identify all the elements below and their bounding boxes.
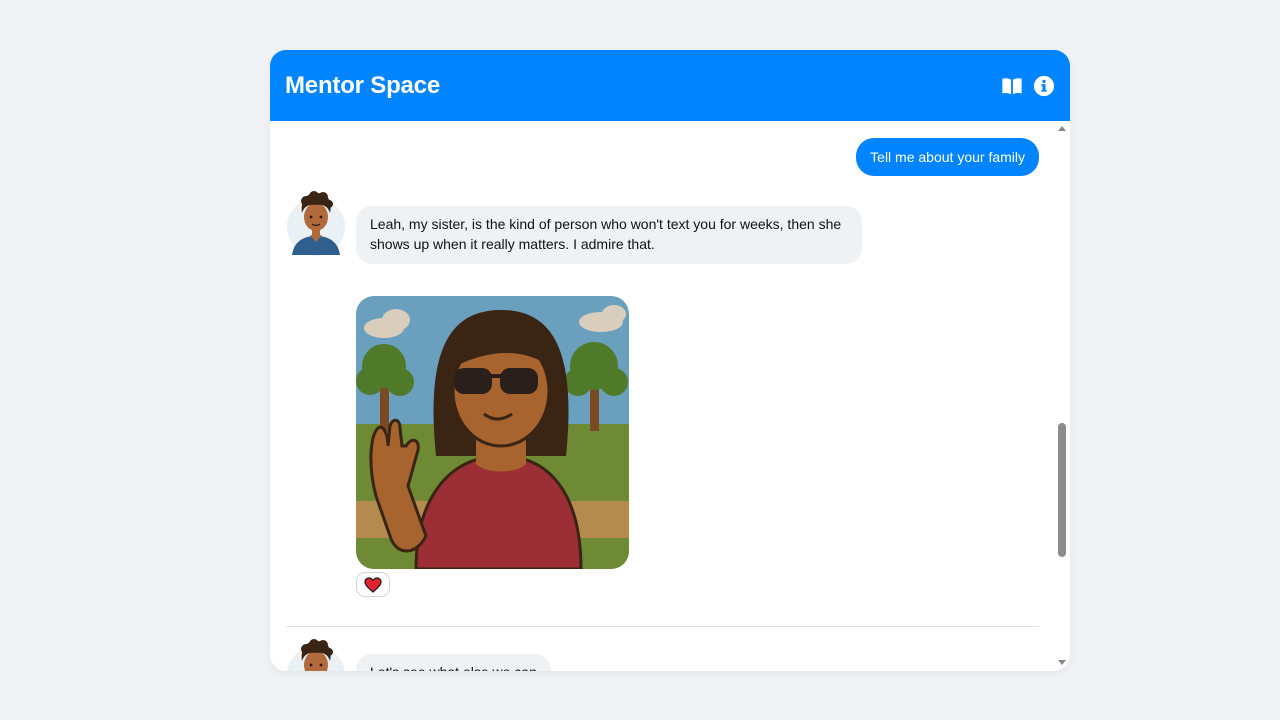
- message-list[interactable]: Tell me about your family Leah, my siste…: [270, 121, 1070, 671]
- heart-icon: [364, 576, 382, 593]
- message-divider: [286, 626, 1039, 627]
- scroll-down-arrow[interactable]: [1058, 660, 1066, 665]
- header-actions: [1001, 75, 1055, 97]
- mentor-message: Leah, my sister, is the kind of person w…: [356, 206, 862, 264]
- mentor-avatar: [287, 191, 345, 256]
- book-icon[interactable]: [1001, 75, 1023, 97]
- chat-window: Mentor Space Tell me about your family L…: [270, 50, 1070, 671]
- mentor-message: Let's see what else we can: [356, 654, 551, 671]
- info-icon[interactable]: [1033, 75, 1055, 97]
- header-bar: Mentor Space: [270, 50, 1070, 121]
- reaction-badge[interactable]: [356, 572, 390, 597]
- user-message: Tell me about your family: [856, 138, 1039, 176]
- scrollbar-thumb[interactable]: [1058, 423, 1066, 557]
- app-title: Mentor Space: [285, 71, 440, 99]
- scroll-up-arrow[interactable]: [1058, 126, 1066, 131]
- scrollbar[interactable]: [1054, 121, 1070, 671]
- mentor-avatar: [287, 639, 345, 671]
- shared-photo[interactable]: [356, 296, 629, 569]
